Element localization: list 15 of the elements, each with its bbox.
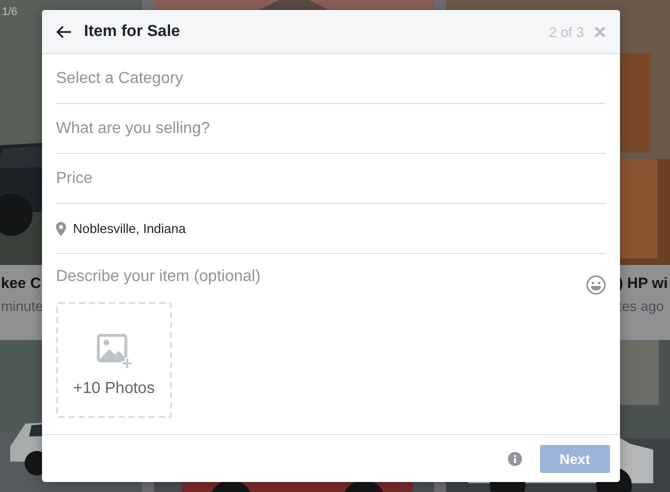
location-field[interactable]: Noblesville, Indiana (56, 204, 606, 254)
back-icon[interactable] (56, 24, 72, 38)
input-field[interactable]: What are you selling? (56, 104, 606, 154)
close-icon[interactable] (594, 26, 606, 38)
add-photos-button[interactable]: +10 Photos (56, 302, 172, 418)
listing-time: minute (1, 298, 44, 314)
add-photo-icon (95, 332, 133, 370)
listing-title: kee C (1, 275, 42, 292)
input-field[interactable]: Price (56, 154, 606, 204)
info-icon[interactable] (508, 452, 522, 466)
smiley-icon[interactable] (586, 275, 606, 295)
dialog-title: Item for Sale (84, 22, 180, 40)
photo-counter: 1/6 (2, 6, 18, 18)
input-field[interactable]: Select a Category (56, 54, 606, 104)
location-pin-icon (56, 222, 66, 236)
